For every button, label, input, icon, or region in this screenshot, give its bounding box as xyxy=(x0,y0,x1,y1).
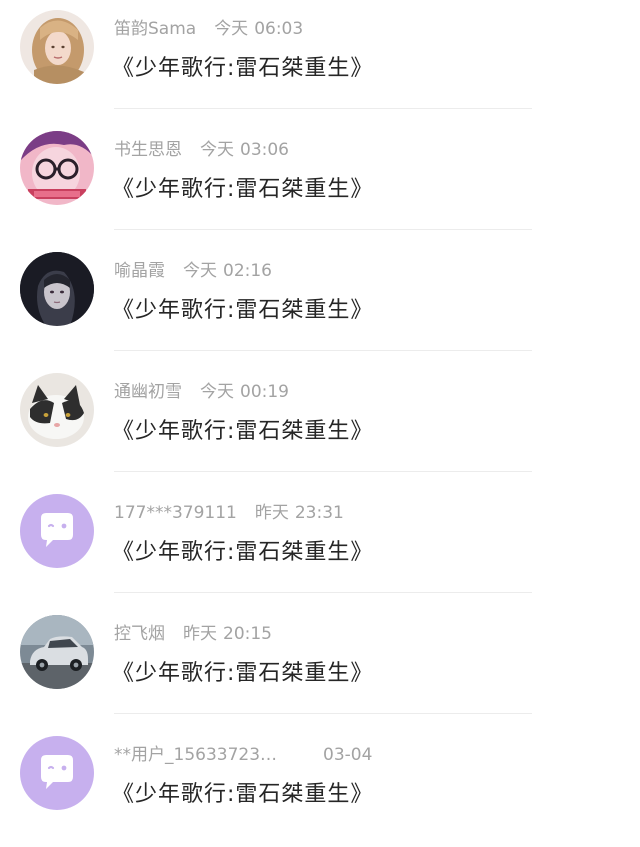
timestamp: 昨天 20:15 xyxy=(183,624,272,644)
user-avatar[interactable] xyxy=(20,252,94,326)
timestamp: 昨天 23:31 xyxy=(254,503,344,523)
user-photo-cat-icon xyxy=(20,373,94,447)
comment-item: 控飞烟 昨天 20:15 《少年歌行:雷石桀重生》 xyxy=(0,605,640,726)
timestamp: 今天 02:16 xyxy=(183,261,272,281)
comment-meta: 喻晶霞 今天 02:16 xyxy=(114,258,272,284)
user-avatar[interactable] xyxy=(20,373,94,447)
divider xyxy=(114,350,532,351)
divider xyxy=(114,713,532,714)
username[interactable]: 笛韵Sama xyxy=(114,19,196,39)
comment-item: 喻晶霞 今天 02:16 《少年歌行:雷石桀重生》 xyxy=(0,242,640,363)
timestamp: 今天 03:06 xyxy=(200,140,289,160)
username[interactable]: 控飞烟 xyxy=(114,624,165,644)
user-photo-blonde-icon xyxy=(20,10,94,84)
user-avatar[interactable] xyxy=(20,131,94,205)
divider xyxy=(114,592,532,593)
comment-item: 177***379111 昨天 23:31 《少年歌行:雷石桀重生》 xyxy=(0,484,640,605)
comment-meta: 书生思恩 今天 03:06 xyxy=(114,137,289,163)
comment-meta: **用户_15633723… 03-04 xyxy=(114,742,372,768)
timestamp: 今天 06:03 xyxy=(214,19,304,39)
user-photo-car-icon xyxy=(20,615,94,689)
username[interactable]: 通幽初雪 xyxy=(114,382,182,402)
comment-text: 《少年歌行:雷石桀重生》 xyxy=(112,419,374,444)
divider xyxy=(114,229,532,230)
comment-text: 《少年歌行:雷石桀重生》 xyxy=(112,661,374,686)
divider xyxy=(114,108,532,109)
comment-meta: 通幽初雪 今天 00:19 xyxy=(114,379,289,405)
default-chat-avatar-icon xyxy=(20,736,94,810)
comment-item: 通幽初雪 今天 00:19 《少年歌行:雷石桀重生》 xyxy=(0,363,640,484)
user-photo-glasses-icon xyxy=(20,131,94,205)
user-avatar[interactable] xyxy=(20,736,94,810)
timestamp: 今天 00:19 xyxy=(200,382,289,402)
comment-text: 《少年歌行:雷石桀重生》 xyxy=(112,782,374,807)
comment-item: 笛韵Sama 今天 06:03 《少年歌行:雷石桀重生》 xyxy=(0,0,640,121)
comment-item: 书生思恩 今天 03:06 《少年歌行:雷石桀重生》 xyxy=(0,121,640,242)
comment-text: 《少年歌行:雷石桀重生》 xyxy=(112,56,374,81)
comment-meta: 笛韵Sama 今天 06:03 xyxy=(114,16,303,42)
username[interactable]: **用户_15633723… xyxy=(114,745,277,765)
comment-text: 《少年歌行:雷石桀重生》 xyxy=(112,177,374,202)
comment-text: 《少年歌行:雷石桀重生》 xyxy=(112,298,374,323)
timestamp: 03-04 xyxy=(323,745,373,765)
user-avatar[interactable] xyxy=(20,615,94,689)
username[interactable]: 177***379111 xyxy=(114,503,237,523)
comment-text: 《少年歌行:雷石桀重生》 xyxy=(112,540,374,565)
username[interactable]: 书生思恩 xyxy=(114,140,182,160)
comment-meta: 控飞烟 昨天 20:15 xyxy=(114,621,272,647)
user-photo-dark-anime-icon xyxy=(20,252,94,326)
comment-list: 笛韵Sama 今天 06:03 《少年歌行:雷石桀重生》 书生思恩 今天 03:06 《… xyxy=(0,0,640,847)
divider xyxy=(114,471,532,472)
username[interactable]: 喻晶霞 xyxy=(114,261,165,281)
user-avatar[interactable] xyxy=(20,10,94,84)
comment-meta: 177***379111 昨天 23:31 xyxy=(114,500,344,526)
user-avatar[interactable] xyxy=(20,494,94,568)
default-chat-avatar-icon xyxy=(20,494,94,568)
